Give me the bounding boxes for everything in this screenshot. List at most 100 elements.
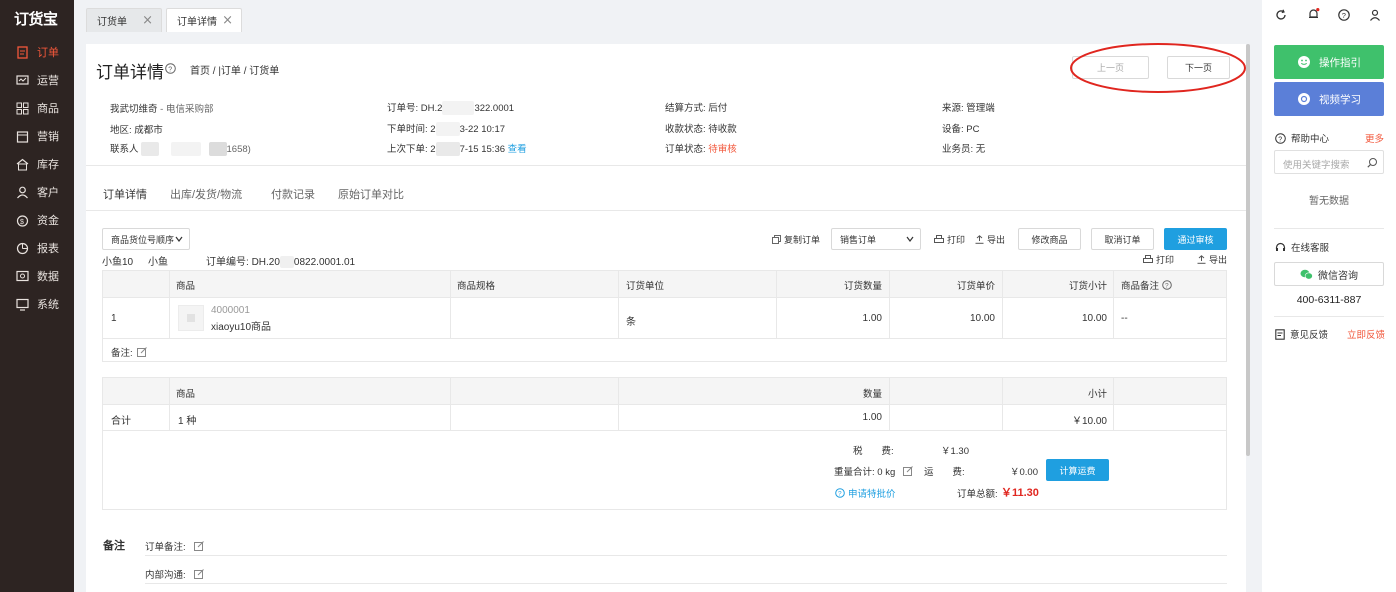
export-button[interactable]: 导出 xyxy=(975,233,1005,246)
search-icon[interactable] xyxy=(1367,157,1378,171)
online-service-title: 在线客服 xyxy=(1275,240,1329,254)
sidebar-item-customer[interactable]: 客户 xyxy=(0,180,74,204)
video-learning-button[interactable]: 视频学习 xyxy=(1274,82,1384,116)
store-short-name: 小鱼 xyxy=(148,257,168,268)
bell-icon[interactable] xyxy=(1307,8,1320,24)
remark-cell: -- xyxy=(1121,313,1128,324)
view-link[interactable]: 查看 xyxy=(508,144,527,155)
edit-icon[interactable] xyxy=(903,466,914,476)
refresh-icon[interactable] xyxy=(1275,9,1287,24)
sidebar-item-goods[interactable]: 商品 xyxy=(0,96,74,120)
sidebar-item-label: 数据 xyxy=(37,271,59,283)
sidebar-item-label: 商品 xyxy=(37,103,59,115)
sidebar-item-marketing[interactable]: 营销 xyxy=(0,124,74,148)
funds-icon: $ xyxy=(16,214,29,227)
order-status: 订单状态: 待审核 xyxy=(665,144,737,155)
tab-label: 订单详情 xyxy=(177,17,217,28)
device: 设备: PC xyxy=(942,124,980,135)
svg-text:?: ? xyxy=(1342,11,1346,20)
divider xyxy=(86,165,1246,166)
question-icon[interactable]: ? xyxy=(1338,9,1350,24)
headset-icon xyxy=(1275,242,1286,253)
cancel-order-button[interactable]: 取消订单 xyxy=(1091,228,1154,250)
printer-icon xyxy=(934,235,944,244)
help-icon[interactable]: ? xyxy=(165,63,176,74)
sort-select[interactable]: 商品货位号顺序 xyxy=(102,228,190,250)
chevron-down-icon xyxy=(905,234,915,246)
close-icon[interactable]: × xyxy=(142,13,153,28)
product-thumbnail[interactable] xyxy=(178,305,204,331)
sub-order-number: 订单编号: DH.20 0822.0001.01 xyxy=(206,256,356,269)
qty-cell: 1.00 xyxy=(862,313,882,324)
order-total-label: 订单总额: xyxy=(957,489,998,500)
print-button[interactable]: 打印 xyxy=(934,233,965,246)
tab-original-order-compare[interactable]: 原始订单对比 xyxy=(338,186,404,202)
product-name[interactable]: xiaoyu10商品 xyxy=(211,318,271,333)
sidebar: 订货宝 订单 运营 商品 营销 库存 客户 $ 资金 报表 数据 系统 xyxy=(0,0,74,592)
customer-name: 我武切维奇 - 电信采购部 xyxy=(110,104,214,115)
help-center-title: ? 帮助中心 xyxy=(1275,131,1329,145)
scrollbar[interactable] xyxy=(1246,44,1250,456)
sidebar-item-order[interactable]: 订单 xyxy=(0,40,74,64)
source: 来源: 管理端 xyxy=(942,103,995,114)
close-icon[interactable]: × xyxy=(222,13,233,28)
product-code: 4000001 xyxy=(211,305,250,316)
export-icon xyxy=(975,235,984,244)
total-subtotal: ￥10.00 xyxy=(1071,416,1107,427)
app-logo[interactable]: 订货宝 xyxy=(14,8,58,29)
edit-icon[interactable] xyxy=(193,569,204,579)
tab-order-detail-content[interactable]: 订单详情 xyxy=(103,186,147,202)
question-icon: ? xyxy=(1275,132,1286,144)
row-index: 1 xyxy=(111,313,117,324)
sub-export-button[interactable]: 导出 xyxy=(1197,253,1227,266)
sidebar-item-inventory[interactable]: 库存 xyxy=(0,152,74,176)
total-label: 合计 xyxy=(111,416,131,427)
sidebar-item-operation[interactable]: 运营 xyxy=(0,68,74,92)
sub-print-button[interactable]: 打印 xyxy=(1143,253,1174,266)
feedback-link[interactable]: 立即反馈 xyxy=(1347,327,1385,341)
payment-status: 收款状态: 待收款 xyxy=(665,124,737,135)
user-icon[interactable] xyxy=(1369,9,1381,24)
tab-order-detail[interactable]: 订单详情 × xyxy=(166,8,242,32)
smile-icon xyxy=(1297,55,1311,69)
tab-order-list[interactable]: 订货单 × xyxy=(86,8,162,32)
col-unit: 订货单位 xyxy=(626,281,665,292)
tax-value: ￥1.30 xyxy=(941,446,969,457)
order-number: 订单号: DH.2 322.0001 xyxy=(387,101,515,116)
order-time: 下单时间: 2 3-22 10:17 xyxy=(387,122,506,137)
freight-label: 运 费: xyxy=(924,467,965,478)
store-name: 小鱼10 xyxy=(102,257,134,268)
sidebar-item-label: 库存 xyxy=(37,159,59,171)
sidebar-item-system[interactable]: 系统 xyxy=(0,292,74,316)
tab-shipping[interactable]: 出库/发货/物流 xyxy=(170,186,242,202)
help-search-input[interactable]: 使用关键字搜索 xyxy=(1274,150,1384,174)
sidebar-item-report[interactable]: 报表 xyxy=(0,236,74,260)
edit-icon[interactable] xyxy=(193,541,204,551)
page-title: 订单详情 xyxy=(96,63,164,82)
internal-note: 内部沟通: xyxy=(145,567,204,581)
operation-guide-button[interactable]: 操作指引 xyxy=(1274,45,1384,79)
modify-goods-button[interactable]: 修改商品 xyxy=(1018,228,1081,250)
help-icon: ? xyxy=(835,488,845,498)
order-total-value: ￥11.30 xyxy=(1001,487,1039,499)
order-type-select[interactable]: 销售订单 xyxy=(831,228,921,250)
more-link[interactable]: 更多 xyxy=(1365,131,1384,145)
tab-payment-records[interactable]: 付款记录 xyxy=(271,186,315,202)
service-phone: 400-6311-887 xyxy=(1296,294,1362,306)
breadcrumb[interactable]: 首页 / |订单 / 订货单 xyxy=(190,62,279,77)
svg-text:?: ? xyxy=(1165,283,1169,290)
inventory-icon xyxy=(16,158,29,171)
sidebar-item-data[interactable]: 数据 xyxy=(0,264,74,288)
copy-order-button[interactable]: 复制订单 xyxy=(772,233,820,246)
region: 地区: 成都市 xyxy=(110,125,163,136)
order-icon xyxy=(16,45,29,59)
svg-text:?: ? xyxy=(1278,136,1282,143)
edit-icon[interactable] xyxy=(136,347,147,357)
wechat-consult-button[interactable]: 微信咨询 xyxy=(1274,262,1384,286)
special-price-link[interactable]: ? 申请特批价 xyxy=(835,486,896,500)
approve-button[interactable]: 通过审核 xyxy=(1164,228,1227,250)
col-remark: 商品备注? xyxy=(1121,278,1172,292)
calc-freight-button[interactable]: 计算运费 xyxy=(1046,459,1109,481)
sidebar-item-funds[interactable]: $ 资金 xyxy=(0,208,74,232)
notes-title: 备注 xyxy=(103,540,125,552)
